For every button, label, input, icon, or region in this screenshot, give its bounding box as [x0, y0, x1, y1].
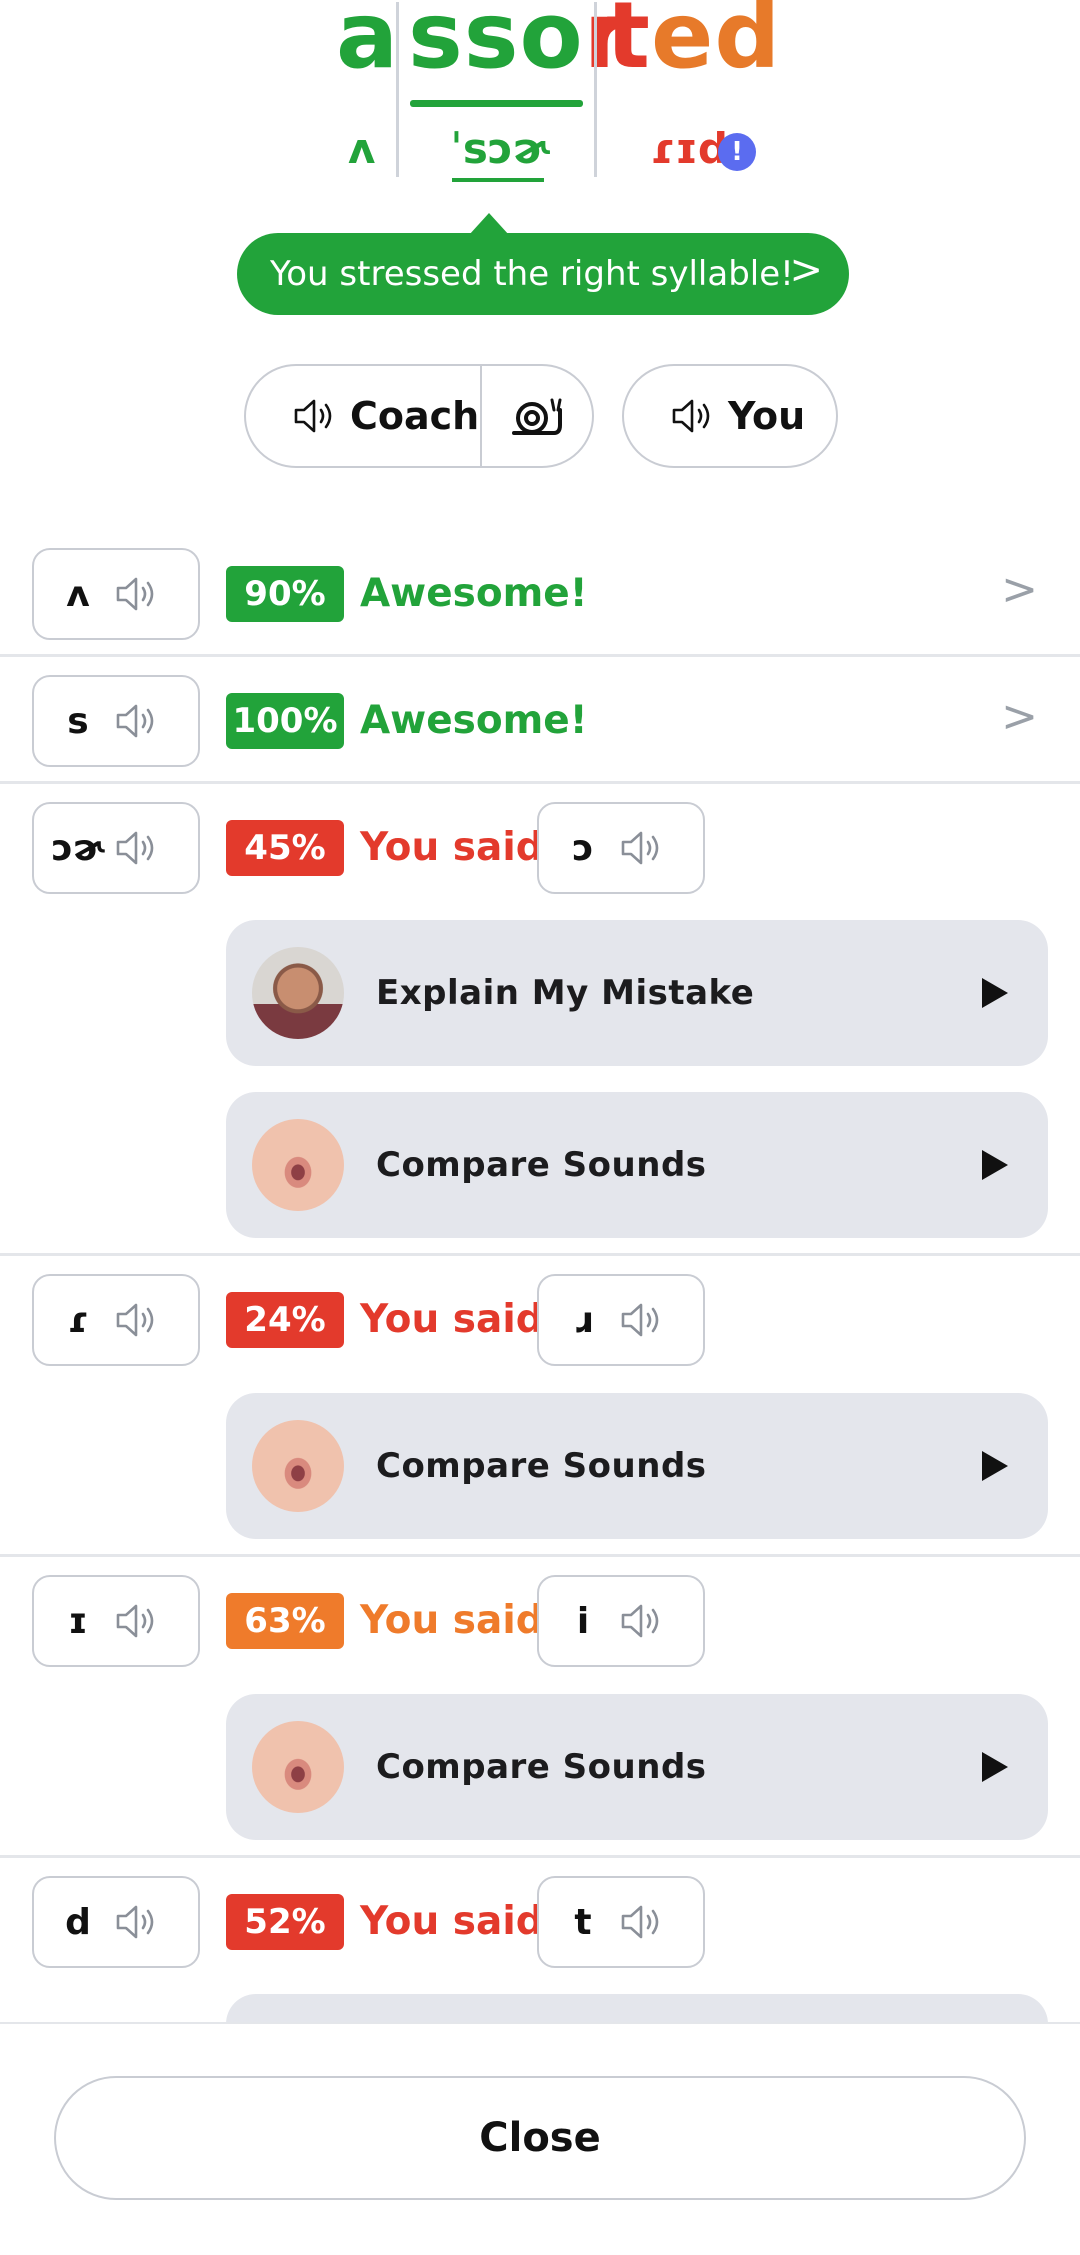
info-icon[interactable]: !: [718, 133, 756, 171]
target-word: a ssor ted ʌ ˈsɔɚ ɾɪd !: [0, 0, 1080, 182]
stress-feedback-tooltip[interactable]: You stressed the right syllable! >: [237, 213, 849, 315]
ipa-syllable-2: ˈsɔɚ: [450, 124, 550, 173]
you-said-play-button[interactable]: i: [537, 1575, 705, 1667]
syllable-1: a: [336, 0, 400, 89]
sound-play-button[interactable]: ɾ: [32, 1274, 200, 1366]
score-badge: 45%: [226, 820, 344, 876]
mouth-avatar: [252, 1721, 344, 1813]
chevron-right-icon[interactable]: >: [1001, 689, 1038, 745]
sound-play-button[interactable]: s: [32, 675, 200, 767]
said-symbol: t: [574, 1901, 592, 1943]
coach-label: Coach: [350, 394, 480, 438]
syllable-2-part-1: sso: [408, 0, 584, 89]
speaker-icon: [116, 1604, 154, 1638]
score-badge: 100%: [226, 693, 344, 749]
mouth-avatar: [252, 1119, 344, 1211]
compare-sounds-card[interactable]: Compare Sounds: [226, 1393, 1048, 1539]
sound-symbol: d: [65, 1901, 91, 1943]
said-symbol: ɔ: [572, 827, 594, 869]
syllable-divider: [594, 2, 597, 177]
play-icon: [982, 1752, 1008, 1782]
said-symbol: i: [576, 1600, 590, 1642]
sound-symbol: ɾ: [67, 1299, 89, 1341]
sound-row: ɪ 63% You said i Compare Sounds: [0, 1557, 1080, 1858]
verdict-text: You said: [360, 1899, 544, 1944]
slow-play-button[interactable]: [482, 366, 592, 466]
you-said-play-button[interactable]: ɹ: [537, 1274, 705, 1366]
chevron-right-icon: >: [789, 247, 823, 293]
sound-play-button[interactable]: ʌ: [32, 548, 200, 640]
coach-play-button[interactable]: Coach: [246, 366, 482, 466]
play-icon: [982, 978, 1008, 1008]
speaker-icon: [116, 831, 154, 865]
speaker-icon: [621, 831, 659, 865]
you-said-play-button[interactable]: t: [537, 1876, 705, 1968]
speaker-icon: [116, 1303, 154, 1337]
footer: Close: [0, 2022, 1080, 2255]
sound-play-button[interactable]: d: [32, 1876, 200, 1968]
score-badge: 90%: [226, 566, 344, 622]
ipa-syllable-3: ɾɪd: [650, 124, 728, 173]
syllable-3-part-2: ed: [650, 0, 782, 89]
syllable-3-part-1: t: [606, 0, 651, 89]
sound-row: ɾ 24% You said ɹ Compare Sounds: [0, 1256, 1080, 1557]
ipa-stress-underline: [452, 178, 544, 182]
coach-audio-group: Coach: [244, 364, 594, 468]
chevron-right-icon[interactable]: >: [1001, 562, 1038, 618]
tooltip-text: You stressed the right syllable!: [270, 254, 794, 294]
verdict-text: Awesome!: [360, 571, 588, 616]
sound-row[interactable]: s 100% Awesome! >: [0, 657, 1080, 784]
speaker-icon: [116, 704, 154, 738]
coach-avatar: [252, 947, 344, 1039]
card-label: Compare Sounds: [376, 1145, 707, 1185]
verdict-text: You said: [360, 1297, 544, 1342]
speaker-icon: [116, 577, 154, 611]
you-said-play-button[interactable]: ɔ: [537, 802, 705, 894]
play-icon: [982, 1150, 1008, 1180]
sound-symbol: s: [67, 700, 89, 742]
speaker-icon: [294, 399, 332, 433]
explain-mistake-card[interactable]: Explain My Mistake: [226, 920, 1048, 1066]
close-button[interactable]: Close: [54, 2076, 1026, 2200]
score-badge: 24%: [226, 1292, 344, 1348]
sound-symbol: ɔɚ: [51, 827, 105, 869]
stress-underline: [410, 100, 583, 107]
card-label: Compare Sounds: [376, 1747, 707, 1787]
sound-symbol: ʌ: [66, 573, 90, 615]
verdict-text: You said: [360, 1598, 544, 1643]
sound-play-button[interactable]: ɪ: [32, 1575, 200, 1667]
score-badge: 63%: [226, 1593, 344, 1649]
speaker-icon: [621, 1604, 659, 1638]
verdict-text: Awesome!: [360, 698, 588, 743]
compare-sounds-card[interactable]: Compare Sounds: [226, 1694, 1048, 1840]
sound-symbol: ɪ: [68, 1600, 88, 1642]
play-icon: [982, 1451, 1008, 1481]
syllable-divider: [396, 2, 399, 177]
verdict-text: You said: [360, 825, 544, 870]
sound-play-button[interactable]: ɔɚ: [32, 802, 200, 894]
snail-icon: [512, 398, 562, 435]
speaker-icon: [621, 1303, 659, 1337]
speaker-icon: [116, 1905, 154, 1939]
speaker-icon: [672, 399, 710, 433]
sound-row[interactable]: ʌ 90% Awesome! >: [0, 530, 1080, 657]
speaker-icon: [621, 1905, 659, 1939]
said-symbol: ɹ: [573, 1299, 593, 1341]
ipa-syllable-1: ʌ: [348, 124, 376, 173]
score-badge: 52%: [226, 1894, 344, 1950]
mouth-avatar: [252, 1420, 344, 1512]
card-label: Explain My Mistake: [376, 973, 755, 1013]
syllable-3: ted: [606, 0, 781, 82]
sound-row: ɔɚ 45% You said ɔ Explain My Mistake Com…: [0, 784, 1080, 1256]
you-play-button[interactable]: You: [622, 364, 838, 468]
card-label: Compare Sounds: [376, 1446, 707, 1486]
compare-sounds-card[interactable]: Compare Sounds: [226, 1092, 1048, 1238]
you-label: You: [728, 394, 806, 438]
